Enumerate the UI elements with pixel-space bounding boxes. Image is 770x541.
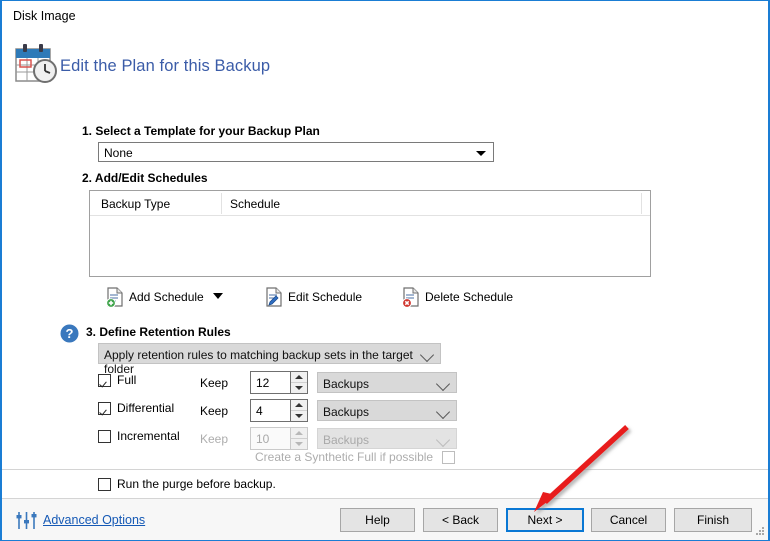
add-schedule-label: Add Schedule [129,290,204,304]
add-schedule-button[interactable]: Add Schedule [106,284,204,310]
run-purge-before-label: Run the purge before backup. [117,477,276,491]
arrow-down-icon [295,442,303,446]
checkbox-full[interactable] [98,373,111,387]
keep-stepper-full[interactable]: 12 [250,371,308,394]
stepper-buttons[interactable] [290,372,307,393]
stepper-down-incremental [291,439,307,449]
edit-schedule-button[interactable]: Edit Schedule [265,284,362,310]
next-button[interactable]: Next > [506,508,584,532]
schedules-table-header: Backup Type Schedule [90,191,650,216]
synthetic-full-label: Create a Synthetic Full if possible [255,450,434,464]
keep-stepper-differential[interactable]: 4 [250,399,308,422]
finish-button[interactable]: Finish [674,508,752,532]
dialog-footer: Advanced Options Help < Back Next > Canc… [2,498,768,540]
column-header-backup-type: Backup Type [101,197,171,211]
unit-select-full[interactable]: Backups [317,372,457,393]
header-divider [221,193,222,214]
keep-value-differential: 4 [256,403,263,418]
unit-value-incremental: Backups [323,433,370,447]
advanced-options-link[interactable]: Advanced Options [43,513,145,527]
keep-value-incremental: 10 [256,431,270,446]
retention-label-differential: Differential [117,401,175,415]
keep-value-full: 12 [256,375,270,390]
synthetic-full-row: Create a Synthetic Full if possible [255,450,456,464]
help-circle-icon[interactable]: ? [60,324,79,343]
stepper-buttons [290,428,307,449]
sliders-icon [16,511,37,530]
edit-schedule-label: Edit Schedule [288,290,363,304]
unit-select-incremental: Backups [317,428,457,449]
resize-grip-icon[interactable] [754,526,765,537]
unit-select-differential[interactable]: Backups [317,400,457,421]
purge-before-row: Run the purge before backup. [98,477,276,491]
delete-schedule-button[interactable]: Delete Schedule [402,284,513,310]
page-title: Edit the Plan for this Backup [60,57,271,75]
title-bar: Disk Image [2,1,768,32]
stepper-buttons[interactable] [290,400,307,421]
checkbox-differential[interactable] [98,401,111,415]
template-select-value: None [104,146,133,160]
retention-label-full: Full [117,373,137,387]
stepper-up-differential[interactable] [291,400,307,411]
back-button[interactable]: < Back [423,508,498,532]
stepper-up-full[interactable] [291,372,307,383]
schedules-table[interactable]: Backup Type Schedule [89,190,651,277]
keep-label-differential: Keep [200,404,229,418]
checkbox-run-purge-before[interactable] [98,477,111,491]
step-3-label: 3. Define Retention Rules [86,325,231,339]
unit-value-full: Backups [323,377,370,391]
arrow-up-icon [295,403,303,407]
document-edit-icon [265,287,283,307]
arrow-down-icon [295,386,303,390]
calendar-clock-icon [14,43,60,85]
step-1-label: 1. Select a Template for your Backup Pla… [82,124,320,138]
keep-label-incremental: Keep [200,432,229,446]
column-header-schedule: Schedule [230,197,281,211]
arrow-up-icon [295,375,303,379]
checkbox-incremental[interactable] [98,429,111,443]
document-add-icon [106,287,124,307]
header-divider [641,193,642,214]
svg-text:?: ? [66,326,74,341]
step-2-label: 2. Add/Edit Schedules [82,171,208,185]
retention-label-incremental: Incremental [117,429,180,443]
stepper-up-incremental [291,428,307,439]
stepper-down-differential[interactable] [291,411,307,421]
arrow-up-icon [295,431,303,435]
help-button[interactable]: Help [340,508,415,532]
chevron-down-icon [435,376,451,392]
retention-scope-select[interactable]: Apply retention rules to matching backup… [98,343,441,376]
dialog-window: Disk Image Edit the Plan for this Backup… [0,0,770,541]
arrow-down-icon [295,414,303,418]
window-title: Disk Image [13,9,76,23]
document-delete-icon [402,287,420,307]
checkbox-synthetic-full [442,450,456,464]
chevron-down-icon [435,404,451,420]
keep-stepper-incremental: 10 [250,427,308,450]
dialog-body: Edit the Plan for this Backup 1. Select … [2,32,768,525]
keep-label-full: Keep [200,376,229,390]
section-divider [2,469,768,470]
template-select[interactable]: None [98,142,494,162]
add-schedule-dropdown-arrow[interactable] [213,293,223,299]
chevron-down-icon [435,432,451,448]
unit-value-differential: Backups [323,405,370,419]
delete-schedule-label: Delete Schedule [425,290,514,304]
chevron-down-icon [476,151,486,156]
stepper-down-full[interactable] [291,383,307,393]
cancel-button[interactable]: Cancel [591,508,666,532]
